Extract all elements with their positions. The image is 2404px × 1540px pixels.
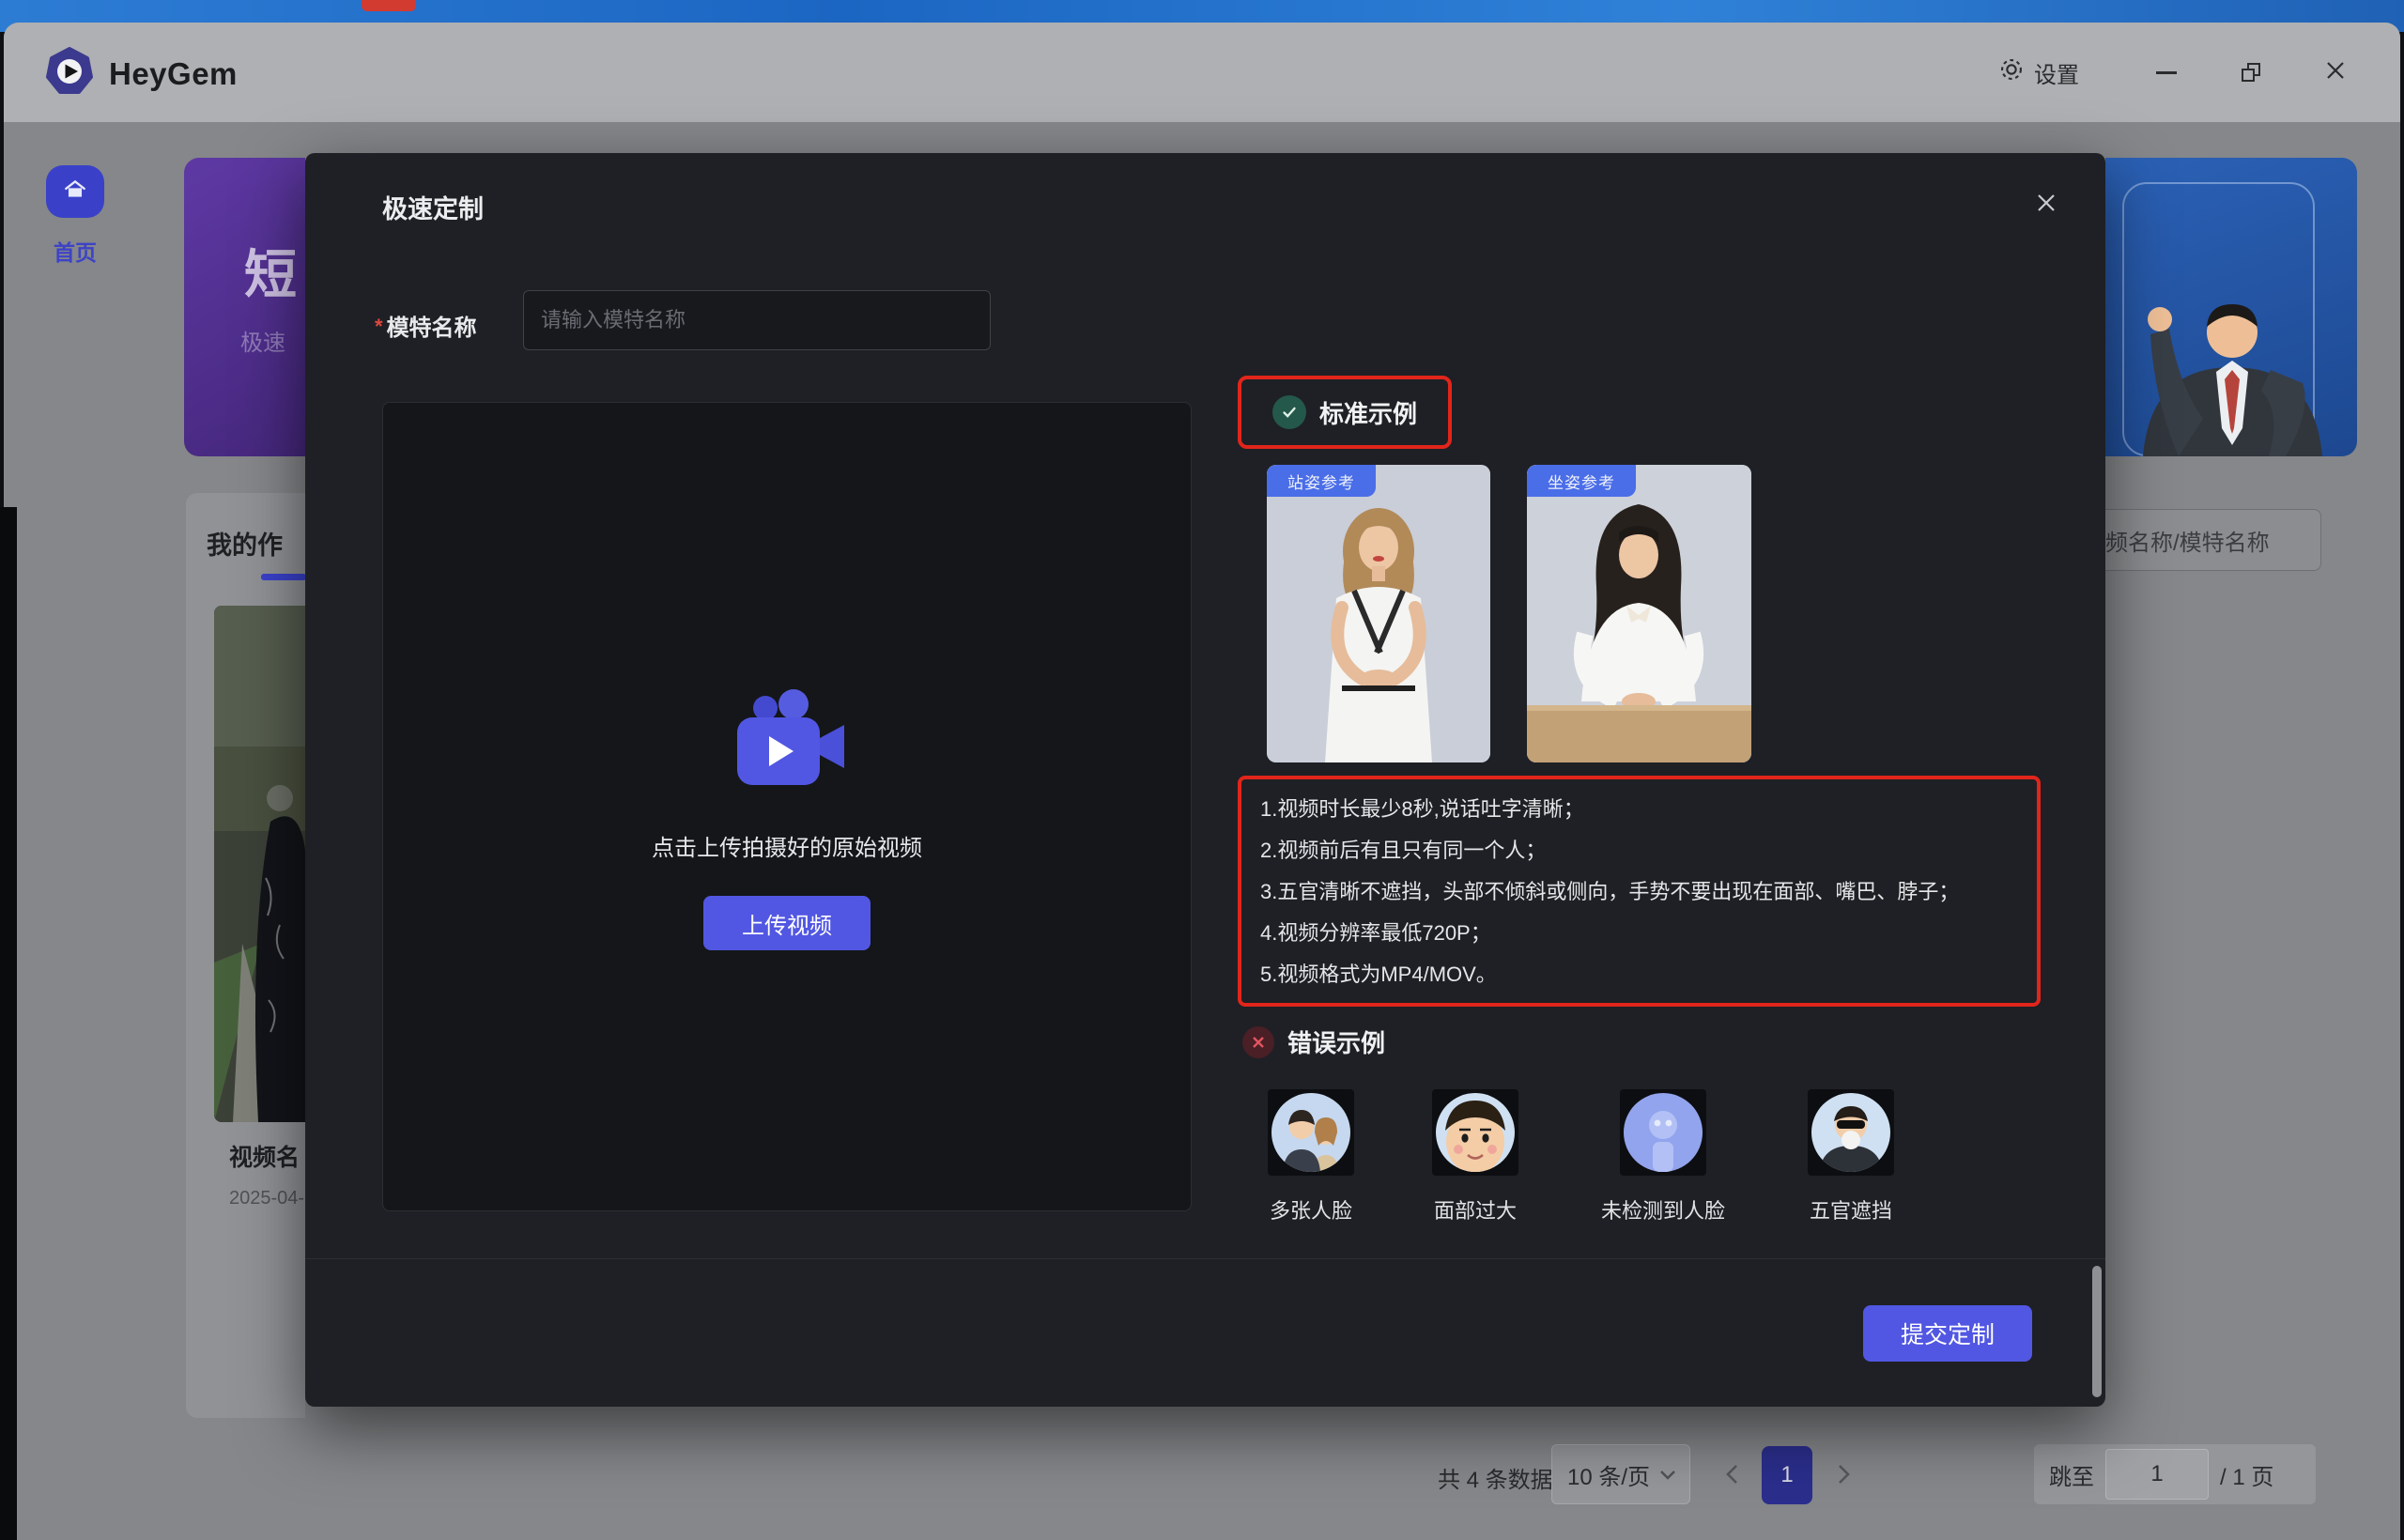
page-size-select[interactable]: 10 条/页: [1551, 1444, 1690, 1504]
multiple-faces-avatar: [1268, 1089, 1354, 1176]
no-face-detected-avatar: [1620, 1089, 1706, 1176]
pose-tag: 坐姿参考: [1527, 465, 1636, 497]
error-caption: 未检测到人脸: [1601, 1194, 1725, 1224]
face-too-large-avatar: [1432, 1089, 1518, 1176]
video-thumbnail[interactable]: [214, 606, 305, 1122]
minimize-icon: [2156, 71, 2177, 74]
prev-page-button[interactable]: [1713, 1454, 1750, 1495]
screen: HeyGem 设置: [0, 0, 2404, 1540]
tab-active-underline: [261, 574, 305, 580]
settings-label: 设置: [2034, 56, 2079, 89]
check-circle-icon: [1272, 395, 1306, 429]
titlebar: HeyGem 设置: [4, 23, 2400, 122]
sidebar-item-home[interactable]: [46, 165, 104, 218]
jump-label: 跳至: [2049, 1458, 2094, 1491]
error-caption: 面部过大: [1434, 1194, 1517, 1224]
banner-card-right[interactable]: [2105, 158, 2357, 456]
window-controls: 设置: [1998, 23, 2348, 122]
tab-my-works[interactable]: 我的作: [207, 525, 283, 562]
pagination-total: 共 4 条数据: [1438, 1461, 1553, 1494]
error-example-item: 未检测到人脸: [1579, 1089, 1748, 1224]
modal-close-button[interactable]: [2032, 191, 2060, 219]
settings-button[interactable]: 设置: [1998, 56, 2079, 89]
home-icon: [63, 177, 87, 207]
error-circle-icon: [1242, 1026, 1274, 1058]
banner-big-text: 短: [244, 233, 297, 309]
close-icon: [2035, 192, 2057, 219]
rule-line: 4.视频分辨率最低720P；: [1260, 913, 2018, 954]
maximize-button[interactable]: [2239, 60, 2263, 85]
rule-line: 5.视频格式为MP4/MOV。: [1260, 954, 2018, 995]
video-camera-icon: [717, 689, 857, 805]
error-example-item: 五官遮挡: [1766, 1089, 1935, 1224]
brand: HeyGem: [45, 47, 238, 100]
error-caption: 五官遮挡: [1810, 1194, 1892, 1224]
restore-icon: [2242, 63, 2260, 82]
error-example-item: 多张人脸: [1226, 1089, 1395, 1224]
sidebar-home-label: 首页: [38, 235, 113, 267]
close-icon: [2325, 60, 2346, 85]
page-total: / 1 页: [2220, 1458, 2273, 1491]
banner-card-left[interactable]: 短 极速: [184, 158, 305, 456]
minimize-button[interactable]: [2154, 60, 2179, 85]
footer-divider: [305, 1258, 2105, 1259]
app-title: HeyGem: [109, 56, 238, 92]
requirements-annotation: 1.视频时长最少8秒,说话吐字清晰； 2.视频前后有且只有同一个人； 3.五官清…: [1238, 776, 2041, 1007]
modal-title: 极速定制: [382, 189, 484, 225]
wallpaper-detail: [362, 0, 416, 11]
quick-customization-modal: 极速定制 *模特名称 点击上传拍摄好的原始视频 上传视频: [305, 153, 2105, 1407]
error-example-title: 错误示例: [1287, 1024, 1385, 1059]
standard-example-title: 标准示例: [1319, 395, 1417, 430]
video-name: 视频名: [229, 1139, 300, 1173]
window-close-button[interactable]: [2323, 60, 2348, 85]
modal-scrollbar[interactable]: [2092, 1266, 2102, 1397]
occluded-face-avatar: [1808, 1089, 1894, 1176]
heygem-logo-icon: [45, 47, 94, 100]
model-name-label: *模特名称: [375, 309, 477, 342]
jump-page-input[interactable]: [2105, 1449, 2209, 1500]
next-page-button[interactable]: [1826, 1454, 1863, 1495]
upload-hint: 点击上传拍摄好的原始视频: [652, 829, 922, 862]
error-caption: 多张人脸: [1270, 1194, 1352, 1224]
standard-example-annotation: 标准示例: [1238, 376, 1452, 449]
video-date: 2025-04-: [229, 1188, 304, 1209]
my-works-card: 我的作 视频名 2025-04-: [186, 493, 305, 1418]
sitting-pose-photo: 坐姿参考: [1527, 465, 1751, 762]
jump-to-page-group: 跳至 / 1 页: [2034, 1444, 2316, 1504]
rule-line: 2.视频前后有且只有同一个人；: [1260, 830, 2018, 871]
model-name-input[interactable]: [523, 290, 991, 350]
gear-icon: [1998, 56, 2025, 89]
error-example-header: 错误示例: [1242, 1024, 1385, 1059]
page-size-value: 10 条/页: [1567, 1458, 1650, 1491]
submit-customization-button[interactable]: 提交定制: [1863, 1305, 2032, 1362]
screen-edge: [0, 507, 17, 1540]
rule-line: 3.五官清晰不遮挡，头部不倾斜或侧向，手势不要出现在面部、嘴巴、脖子；: [1260, 871, 2018, 913]
error-example-item: 面部过大: [1391, 1089, 1560, 1224]
required-mark: *: [375, 315, 383, 338]
upload-dropzone[interactable]: 点击上传拍摄好的原始视频 上传视频: [382, 402, 1192, 1211]
chevron-down-icon: [1659, 1461, 1676, 1487]
upload-video-button[interactable]: 上传视频: [703, 896, 871, 950]
search-input[interactable]: 频名称/模特名称: [2105, 509, 2321, 571]
pose-tag: 站姿参考: [1267, 465, 1376, 497]
page-number-1[interactable]: 1: [1762, 1446, 1812, 1504]
banner-subtitle: 极速: [240, 324, 285, 357]
rule-line: 1.视频时长最少8秒,说话吐字清晰；: [1260, 789, 2018, 830]
standing-pose-photo: 站姿参考: [1267, 465, 1490, 762]
